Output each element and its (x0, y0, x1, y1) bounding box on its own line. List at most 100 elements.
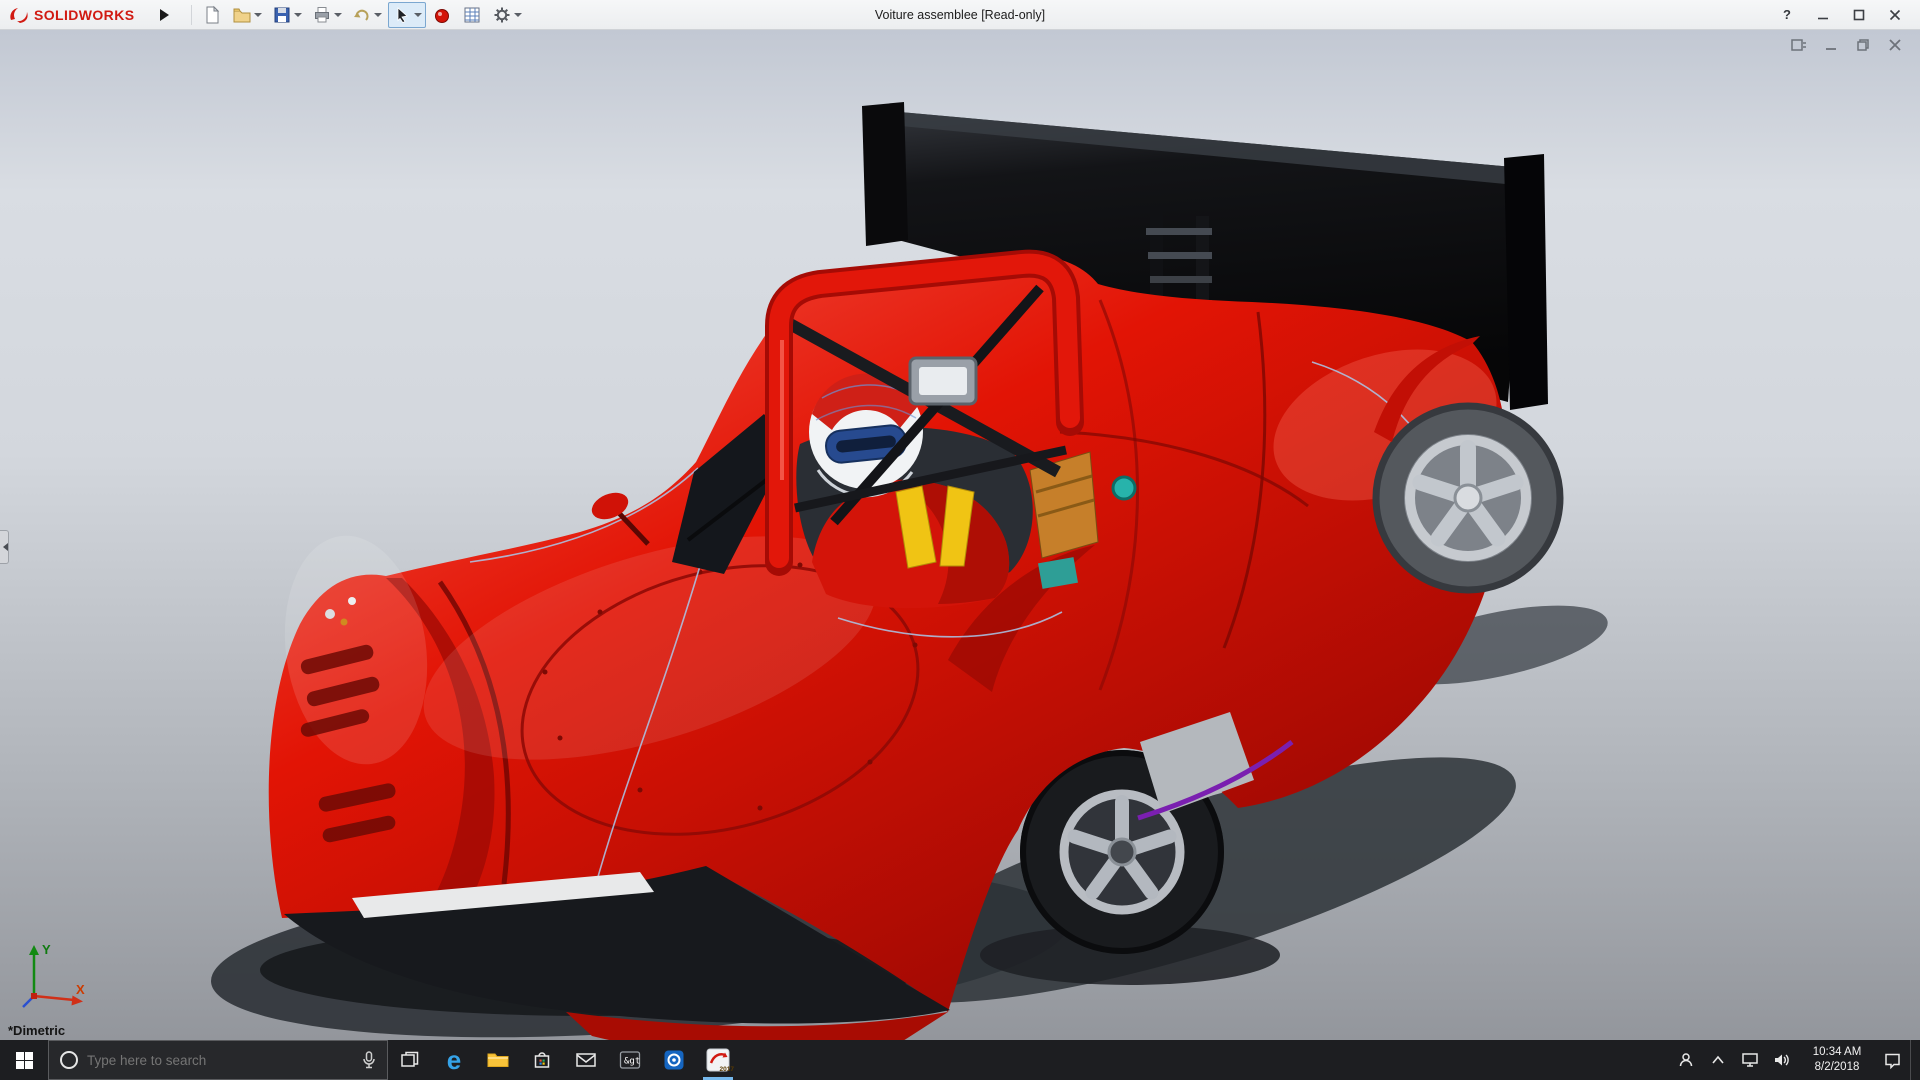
doc-window-close-button[interactable] (1884, 36, 1906, 54)
edrawings-icon (663, 1049, 685, 1071)
people-button[interactable] (1672, 1040, 1700, 1080)
solidworks-window: SOLIDWORKS (0, 0, 1920, 1080)
mail-icon (575, 1051, 597, 1069)
action-center-button[interactable] (1878, 1040, 1906, 1080)
select-cursor-icon (392, 5, 412, 25)
center-mirror (910, 358, 976, 404)
toolbar-separator (191, 5, 192, 25)
new-document-button[interactable] (198, 2, 226, 28)
taskbar-search-input[interactable] (87, 1053, 353, 1068)
print-icon (312, 5, 332, 25)
feature-panel-collapse-handle[interactable] (0, 530, 9, 564)
collapse-arrow-icon (0, 543, 8, 551)
graphics-area[interactable]: Y X *Dimetric (0, 30, 1920, 1040)
gear-icon (492, 5, 512, 25)
appearances-button[interactable] (428, 2, 456, 28)
doc-minimize-icon (1824, 38, 1838, 52)
car-model-render (0, 30, 1920, 1040)
document-window-controls (1788, 36, 1906, 54)
microphone-icon[interactable] (361, 1050, 377, 1070)
print-dropdown-caret[interactable] (334, 13, 342, 21)
windows-logo-icon (16, 1052, 33, 1069)
undo-dropdown-caret[interactable] (374, 13, 382, 21)
open-icon (232, 5, 252, 25)
view-orientation-label: *Dimetric (8, 1023, 65, 1038)
windows-taskbar: e (0, 1040, 1920, 1080)
ds-logo-icon (8, 6, 30, 24)
store-icon (531, 1049, 553, 1071)
doc-window-restore-left-button[interactable] (1788, 36, 1810, 54)
action-center-icon (1883, 1051, 1902, 1070)
solidworks-version-badge: 2017 (720, 1066, 734, 1073)
menu-expand-arrow[interactable] (160, 9, 175, 21)
task-view-icon (400, 1050, 420, 1070)
undo-button[interactable] (348, 2, 386, 28)
design-table-button[interactable] (458, 2, 486, 28)
document-title: Voiture assemblee [Read-only] (875, 0, 1045, 30)
doc-restore-icon (1856, 38, 1870, 52)
maximize-icon (1853, 9, 1865, 21)
save-button[interactable] (268, 2, 306, 28)
rear-right-wheel (1373, 403, 1563, 593)
new-document-icon (202, 5, 222, 25)
help-button[interactable]: ? (1772, 3, 1802, 27)
volume-button[interactable] (1768, 1040, 1796, 1080)
doc-window-minimize-button[interactable] (1820, 36, 1842, 54)
system-tray: 10:34 AM 8/2/2018 (1672, 1040, 1920, 1080)
select-tool-button[interactable] (388, 2, 426, 28)
quick-access-toolbar (198, 2, 526, 28)
doc-window-maximize-button[interactable] (1852, 36, 1874, 54)
options-button[interactable] (488, 2, 526, 28)
window-controls: ? (1772, 3, 1920, 27)
edge-button[interactable]: e (432, 1040, 476, 1080)
close-icon (1889, 9, 1901, 21)
triad-y-label: Y (42, 942, 51, 957)
save-dropdown-caret[interactable] (294, 13, 302, 21)
network-icon (1741, 1052, 1759, 1068)
taskbar-clock[interactable]: 10:34 AM 8/2/2018 (1800, 1045, 1874, 1075)
minimize-icon (1817, 9, 1829, 21)
solidworks-logo: SOLIDWORKS (0, 6, 142, 24)
dock-window-icon (1791, 38, 1807, 52)
undo-icon (352, 5, 372, 25)
network-button[interactable] (1736, 1040, 1764, 1080)
minimize-button[interactable] (1808, 3, 1838, 27)
select-dropdown-caret[interactable] (414, 13, 422, 21)
print-button[interactable] (308, 2, 346, 28)
save-icon (272, 5, 292, 25)
taskbar-search[interactable] (48, 1040, 388, 1080)
chevron-up-icon (1711, 1055, 1725, 1065)
speaker-icon (1773, 1052, 1791, 1068)
store-button[interactable] (520, 1040, 564, 1080)
hidden-icons-button[interactable] (1704, 1040, 1732, 1080)
maximize-button[interactable] (1844, 3, 1874, 27)
edrawings-button[interactable] (652, 1040, 696, 1080)
taskbar-app-icons: e (388, 1040, 740, 1080)
cortana-icon (59, 1050, 79, 1070)
clock-time: 10:34 AM (1800, 1045, 1874, 1060)
file-explorer-button[interactable] (476, 1040, 520, 1080)
appearance-sphere-icon (432, 5, 452, 25)
file-explorer-icon (486, 1050, 510, 1070)
triad-x-label: X (76, 982, 85, 997)
title-bar: SOLIDWORKS (0, 0, 1920, 30)
command-prompt-icon: &gt;_ (619, 1050, 641, 1070)
prompt-glyph: &gt;_ (624, 1057, 641, 1067)
start-button[interactable] (0, 1040, 48, 1080)
doc-close-icon (1888, 38, 1902, 52)
close-button[interactable] (1880, 3, 1910, 27)
options-dropdown-caret[interactable] (514, 13, 522, 21)
clock-date: 8/2/2018 (1800, 1060, 1874, 1075)
teal-fuel-cap (1113, 477, 1135, 499)
open-button[interactable] (228, 2, 266, 28)
edge-icon: e (447, 1047, 461, 1073)
car-body (269, 255, 1516, 1040)
mail-button[interactable] (564, 1040, 608, 1080)
open-dropdown-caret[interactable] (254, 13, 262, 21)
show-desktop-button[interactable] (1910, 1040, 1916, 1080)
orientation-triad: Y X (16, 938, 92, 1014)
solidworks-app-button[interactable]: 2017 (696, 1040, 740, 1080)
command-prompt-button[interactable]: &gt;_ (608, 1040, 652, 1080)
brand-name: SOLIDWORKS (34, 7, 134, 23)
task-view-button[interactable] (388, 1040, 432, 1080)
